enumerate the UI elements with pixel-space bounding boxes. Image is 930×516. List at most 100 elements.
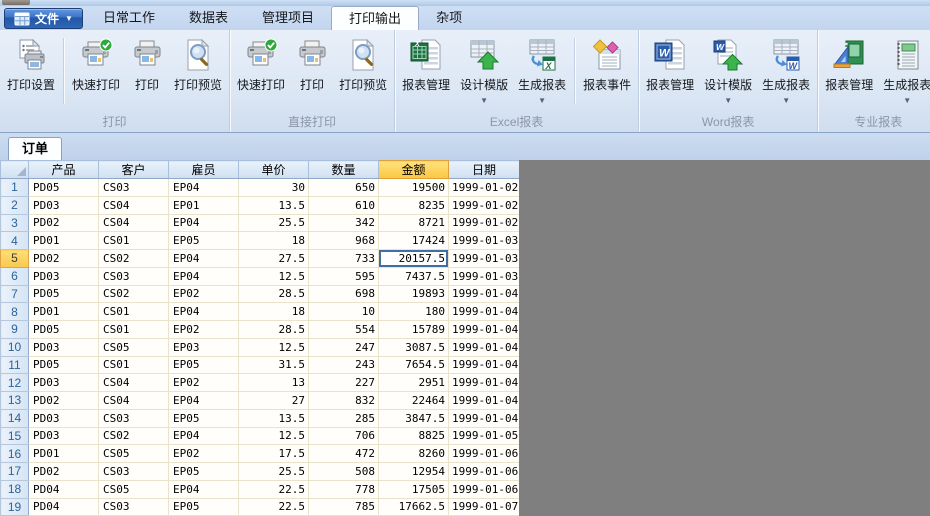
cell-amount[interactable]: 17424 [378, 231, 449, 250]
cell-date[interactable]: 1999-01-02 [448, 178, 519, 197]
cell-product[interactable]: PD03 [28, 266, 99, 286]
word-generate-report-button[interactable]: W 生成报表 ▼ [757, 31, 815, 107]
cell-price[interactable]: 18 [238, 231, 309, 250]
cell-employee[interactable]: EP04 [168, 391, 239, 410]
cell-date[interactable]: 1999-01-02 [448, 195, 519, 215]
cell-amount[interactable]: 3847.5 [378, 408, 449, 428]
tab-manage-projects[interactable]: 管理项目 [245, 6, 331, 30]
cell-amount[interactable]: 22464 [378, 391, 449, 410]
cell-product[interactable]: PD05 [28, 355, 99, 375]
cell-qty[interactable]: 243 [308, 355, 379, 375]
cell-customer[interactable]: CS04 [98, 391, 169, 410]
cell-product[interactable]: PD01 [28, 444, 99, 463]
cell-employee[interactable]: EP03 [168, 337, 239, 357]
print-preview-button[interactable]: 打印预览 [169, 31, 227, 107]
cell-qty[interactable]: 832 [308, 391, 379, 410]
cell-product[interactable]: PD02 [28, 391, 99, 410]
row-header-7[interactable]: 7 [0, 284, 29, 304]
cell-employee[interactable]: EP04 [168, 249, 239, 268]
cell-date[interactable]: 1999-01-04 [448, 355, 519, 375]
cell-employee[interactable]: EP05 [168, 231, 239, 250]
cell-date[interactable]: 1999-01-04 [448, 302, 519, 321]
cell-price[interactable]: 13.5 [238, 195, 309, 215]
quick-print-button[interactable]: 快速打印 [67, 31, 125, 107]
cell-qty[interactable]: 508 [308, 462, 379, 481]
row-header-1[interactable]: 1 [0, 178, 29, 197]
row-header-9[interactable]: 9 [0, 320, 29, 339]
cell-customer[interactable]: CS02 [98, 249, 169, 268]
column-header-amount[interactable]: 金额 [378, 160, 449, 179]
cell-date[interactable]: 1999-01-04 [448, 408, 519, 428]
pro-generate-report-button[interactable]: 生成报表 ▼ [878, 31, 930, 107]
cell-employee[interactable]: EP02 [168, 373, 239, 392]
cell-date[interactable]: 1999-01-04 [448, 373, 519, 392]
cell-product[interactable]: PD03 [28, 373, 99, 392]
excel-report-manage-button[interactable]: X 报表管理 [397, 31, 455, 107]
file-menu-button[interactable]: 文件 ▼ [4, 8, 83, 29]
document-tab-orders[interactable]: 订单 [8, 137, 63, 160]
direct-print-preview-button[interactable]: 打印预览 [334, 31, 392, 107]
pro-report-manage-button[interactable]: 报表管理 [820, 31, 878, 107]
cell-qty[interactable]: 785 [308, 497, 379, 516]
cell-product[interactable]: PD05 [28, 320, 99, 339]
cell-employee[interactable]: EP05 [168, 462, 239, 481]
cell-qty[interactable]: 472 [308, 444, 379, 463]
report-event-button[interactable]: 报表事件 [578, 31, 636, 107]
cell-customer[interactable]: CS03 [98, 178, 169, 197]
cell-date[interactable]: 1999-01-04 [448, 391, 519, 410]
select-all-corner[interactable] [0, 160, 29, 179]
cell-amount[interactable]: 19500 [378, 178, 449, 197]
cell-customer[interactable]: CS01 [98, 320, 169, 339]
row-header-15[interactable]: 15 [0, 426, 29, 446]
cell-product[interactable]: PD05 [28, 178, 99, 197]
cell-employee[interactable]: EP02 [168, 284, 239, 304]
row-header-8[interactable]: 8 [0, 302, 29, 321]
column-header-date[interactable]: 日期 [448, 160, 519, 179]
cell-product[interactable]: PD02 [28, 249, 99, 268]
cell-product[interactable]: PD03 [28, 426, 99, 446]
cell-product[interactable]: PD01 [28, 231, 99, 250]
cell-qty[interactable]: 698 [308, 284, 379, 304]
row-header-18[interactable]: 18 [0, 479, 29, 499]
cell-employee[interactable]: EP04 [168, 213, 239, 233]
cell-amount[interactable]: 7437.5 [378, 266, 449, 286]
row-header-4[interactable]: 4 [0, 231, 29, 250]
direct-print-button[interactable]: 打印 [290, 31, 334, 107]
cell-price[interactable]: 17.5 [238, 444, 309, 463]
row-header-17[interactable]: 17 [0, 462, 29, 481]
cell-price[interactable]: 13.5 [238, 408, 309, 428]
cell-price[interactable]: 31.5 [238, 355, 309, 375]
cell-customer[interactable]: CS03 [98, 266, 169, 286]
column-header-price[interactable]: 单价 [238, 160, 309, 179]
cell-customer[interactable]: CS01 [98, 231, 169, 250]
cell-amount[interactable]: 19893 [378, 284, 449, 304]
row-header-6[interactable]: 6 [0, 266, 29, 286]
direct-quick-print-button[interactable]: 快速打印 [232, 31, 290, 107]
print-settings-button[interactable]: 打印设置 [2, 31, 60, 107]
cell-date[interactable]: 1999-01-03 [448, 231, 519, 250]
cell-employee[interactable]: EP04 [168, 266, 239, 286]
cell-qty[interactable]: 595 [308, 266, 379, 286]
cell-product[interactable]: PD04 [28, 497, 99, 516]
excel-design-template-button[interactable]: 设计模版 ▼ [455, 31, 513, 107]
cell-price[interactable]: 30 [238, 178, 309, 197]
cell-date[interactable]: 1999-01-03 [448, 266, 519, 286]
cell-date[interactable]: 1999-01-06 [448, 479, 519, 499]
row-header-10[interactable]: 10 [0, 337, 29, 357]
column-header-customer[interactable]: 客户 [98, 160, 169, 179]
cell-date[interactable]: 1999-01-06 [448, 462, 519, 481]
cell-customer[interactable]: CS03 [98, 408, 169, 428]
cell-amount[interactable]: 8825 [378, 426, 449, 446]
cell-employee[interactable]: EP05 [168, 408, 239, 428]
cell-qty[interactable]: 968 [308, 231, 379, 250]
cell-qty[interactable]: 554 [308, 320, 379, 339]
cell-employee[interactable]: EP04 [168, 178, 239, 197]
cell-price[interactable]: 25.5 [238, 462, 309, 481]
cell-customer[interactable]: CS05 [98, 479, 169, 499]
cell-price[interactable]: 12.5 [238, 426, 309, 446]
cell-product[interactable]: PD03 [28, 195, 99, 215]
cell-customer[interactable]: CS01 [98, 302, 169, 321]
tab-print-output[interactable]: 打印输出 [331, 6, 420, 30]
excel-generate-report-button[interactable]: X 生成报表 ▼ [513, 31, 571, 107]
cell-date[interactable]: 1999-01-06 [448, 444, 519, 463]
